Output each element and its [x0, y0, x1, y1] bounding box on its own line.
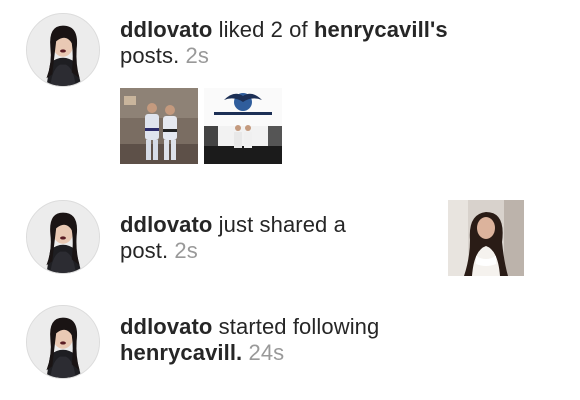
action-text-end: posts.	[120, 43, 180, 68]
timestamp: 2s	[168, 238, 198, 263]
action-text: liked 2 of	[212, 17, 314, 42]
liked-post-thumbnail-dojo-group[interactable]	[204, 88, 282, 164]
liked-post-thumbnail-martial-arts-duo[interactable]	[120, 88, 198, 164]
profile-avatar-icon[interactable]	[26, 305, 100, 379]
liked-posts-thumbnails	[120, 88, 282, 164]
username-link[interactable]: ddlovato	[120, 17, 212, 42]
activity-text: ddlovato liked 2 of henrycavill's posts.…	[120, 17, 480, 69]
timestamp: 24s	[242, 340, 285, 365]
profile-avatar-icon[interactable]	[26, 13, 100, 87]
username-link[interactable]: ddlovato	[120, 212, 212, 237]
profile-avatar-icon[interactable]	[26, 200, 100, 274]
activity-text: ddlovato started following henrycavill. …	[120, 314, 440, 366]
activity-text: ddlovato just shared a post. 2s	[120, 212, 390, 264]
activity-feed: ddlovato liked 2 of henrycavill's posts.…	[0, 0, 580, 400]
target-username-link[interactable]: henrycavill's	[314, 17, 448, 42]
target-username-link[interactable]: henrycavill.	[120, 340, 242, 365]
timestamp: 2s	[179, 43, 209, 68]
username-link[interactable]: ddlovato	[120, 314, 212, 339]
shared-post-thumbnail[interactable]	[448, 200, 524, 276]
action-text: started following	[212, 314, 380, 339]
